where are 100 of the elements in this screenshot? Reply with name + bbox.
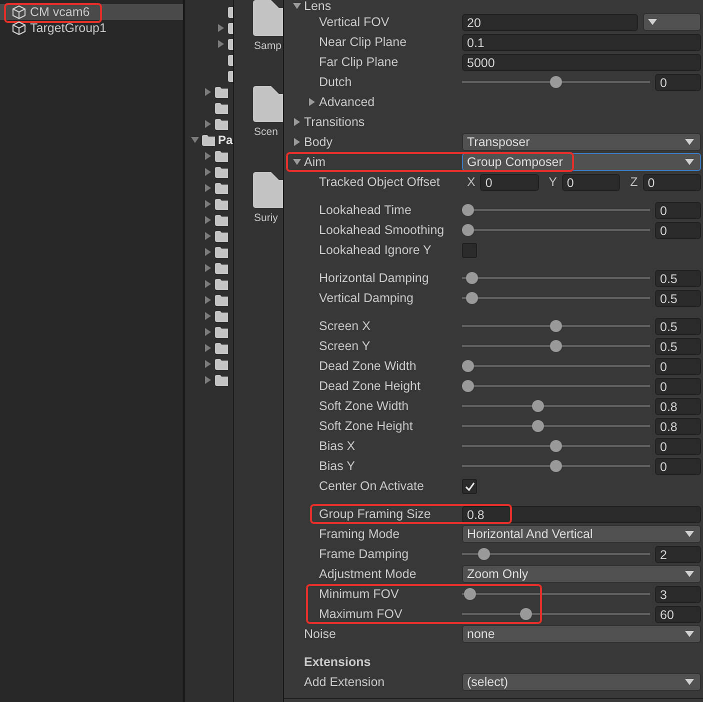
hierarchy-item[interactable]: CM vcam6 — [0, 4, 183, 20]
number-field[interactable]: 0 — [655, 74, 701, 90]
folder-icon[interactable] — [253, 172, 283, 208]
slider-thumb[interactable] — [462, 224, 474, 236]
cube-icon — [12, 5, 26, 19]
folder-name: Scen — [254, 126, 278, 138]
number-field[interactable]: 0.8 — [462, 506, 701, 522]
dropdown[interactable] — [643, 13, 701, 31]
slider-thumb[interactable] — [462, 204, 474, 216]
triangle-down-icon[interactable] — [190, 135, 200, 145]
number-field[interactable]: 0.8 — [655, 418, 701, 434]
folder-icon — [215, 246, 228, 258]
number-field[interactable]: 0 — [655, 202, 701, 218]
property-label: Lookahead Smoothing — [319, 223, 444, 237]
checkbox[interactable] — [462, 478, 477, 494]
number-field[interactable]: 0 — [655, 222, 701, 238]
property-label: Lookahead Ignore Y — [319, 243, 432, 257]
property-label: Center On Activate — [319, 479, 424, 493]
dropdown[interactable]: none — [462, 625, 701, 643]
slider-thumb[interactable] — [462, 360, 474, 372]
slider-thumb[interactable] — [532, 400, 544, 412]
slider-thumb[interactable] — [532, 420, 544, 432]
number-field[interactable]: 0 — [655, 378, 701, 394]
folder-name: Suriy — [254, 212, 278, 224]
number-field[interactable]: 0 — [562, 174, 620, 190]
folder-icon — [215, 102, 228, 114]
folder-name[interactable]: Pa — [218, 133, 233, 147]
triangle-right-icon[interactable] — [203, 295, 213, 305]
triangle-right-icon[interactable] — [292, 137, 302, 147]
slider-thumb[interactable] — [466, 292, 478, 304]
triangle-right-icon[interactable] — [203, 119, 213, 129]
folder-icon[interactable] — [253, 0, 283, 36]
triangle-right-icon[interactable] — [203, 311, 213, 321]
axis-label: X — [467, 175, 476, 189]
dropdown[interactable]: Group Composer — [462, 153, 701, 171]
triangle-right-icon[interactable] — [203, 183, 213, 193]
number-field[interactable]: 60 — [655, 606, 701, 622]
number-field[interactable]: 0.8 — [655, 398, 701, 414]
number-field[interactable]: 0 — [642, 174, 701, 190]
triangle-right-icon[interactable] — [203, 151, 213, 161]
triangle-right-icon[interactable] — [203, 167, 213, 177]
hierarchy-item[interactable]: TargetGroup1 — [0, 20, 183, 36]
triangle-right-icon[interactable] — [203, 359, 213, 369]
dropdown[interactable]: Zoom Only — [462, 565, 701, 583]
triangle-down-icon[interactable] — [292, 1, 302, 11]
number-field[interactable]: 5000 — [462, 54, 701, 70]
number-field[interactable]: 0 — [655, 438, 701, 454]
dropdown[interactable]: Horizontal And Vertical — [462, 525, 701, 543]
slider-thumb[interactable] — [550, 460, 562, 472]
triangle-right-icon[interactable] — [203, 279, 213, 289]
folder-icon[interactable] — [253, 86, 283, 122]
folder-icon — [215, 86, 228, 98]
triangle-right-icon[interactable] — [216, 39, 226, 49]
property-label: Lens — [304, 0, 332, 13]
triangle-down-icon[interactable] — [292, 157, 302, 167]
folder-icon — [215, 294, 228, 306]
number-field[interactable]: 0 — [655, 458, 701, 474]
triangle-right-icon[interactable] — [203, 199, 213, 209]
triangle-right-icon[interactable] — [292, 117, 302, 127]
property-label: Extensions — [304, 655, 371, 669]
slider-thumb[interactable] — [550, 76, 562, 88]
number-field[interactable]: 3 — [655, 586, 701, 602]
property-label: Advanced — [319, 95, 375, 109]
triangle-right-icon[interactable] — [203, 87, 213, 97]
triangle-right-icon[interactable] — [203, 247, 213, 257]
triangle-right-icon[interactable] — [203, 327, 213, 337]
number-field[interactable]: 2 — [655, 546, 701, 562]
slider-thumb[interactable] — [462, 380, 474, 392]
slider-thumb[interactable] — [466, 272, 478, 284]
number-field[interactable]: 20 — [462, 14, 638, 30]
triangle-right-icon[interactable] — [307, 97, 317, 107]
triangle-right-icon[interactable] — [203, 231, 213, 241]
folder-icon — [215, 230, 228, 242]
triangle-right-icon[interactable] — [203, 375, 213, 385]
triangle-right-icon[interactable] — [203, 215, 213, 225]
slider-thumb[interactable] — [464, 588, 476, 600]
number-field[interactable]: 0.5 — [655, 290, 701, 306]
dropdown[interactable]: (select) — [462, 673, 701, 691]
number-field[interactable]: 0 — [655, 358, 701, 374]
checkbox[interactable] — [462, 242, 477, 258]
folder-icon — [215, 342, 228, 354]
slider-thumb[interactable] — [550, 320, 562, 332]
number-field[interactable]: 0.1 — [462, 34, 701, 50]
triangle-right-icon[interactable] — [203, 263, 213, 273]
property-label: Group Framing Size — [319, 507, 431, 521]
slider-thumb[interactable] — [520, 608, 532, 620]
folder-icon — [215, 214, 228, 226]
triangle-right-icon[interactable] — [216, 23, 226, 33]
slider-thumb[interactable] — [550, 440, 562, 452]
number-field[interactable]: 0.5 — [655, 338, 701, 354]
slider-thumb[interactable] — [478, 548, 490, 560]
dropdown[interactable]: Transposer — [462, 133, 701, 151]
slider-thumb[interactable] — [550, 340, 562, 352]
number-field[interactable]: 0 — [480, 174, 539, 190]
triangle-right-icon[interactable] — [203, 343, 213, 353]
folder-icon — [215, 182, 228, 194]
property-label: Soft Zone Width — [319, 399, 409, 413]
caret-icon — [648, 19, 657, 25]
number-field[interactable]: 0.5 — [655, 270, 701, 286]
number-field[interactable]: 0.5 — [655, 318, 701, 334]
